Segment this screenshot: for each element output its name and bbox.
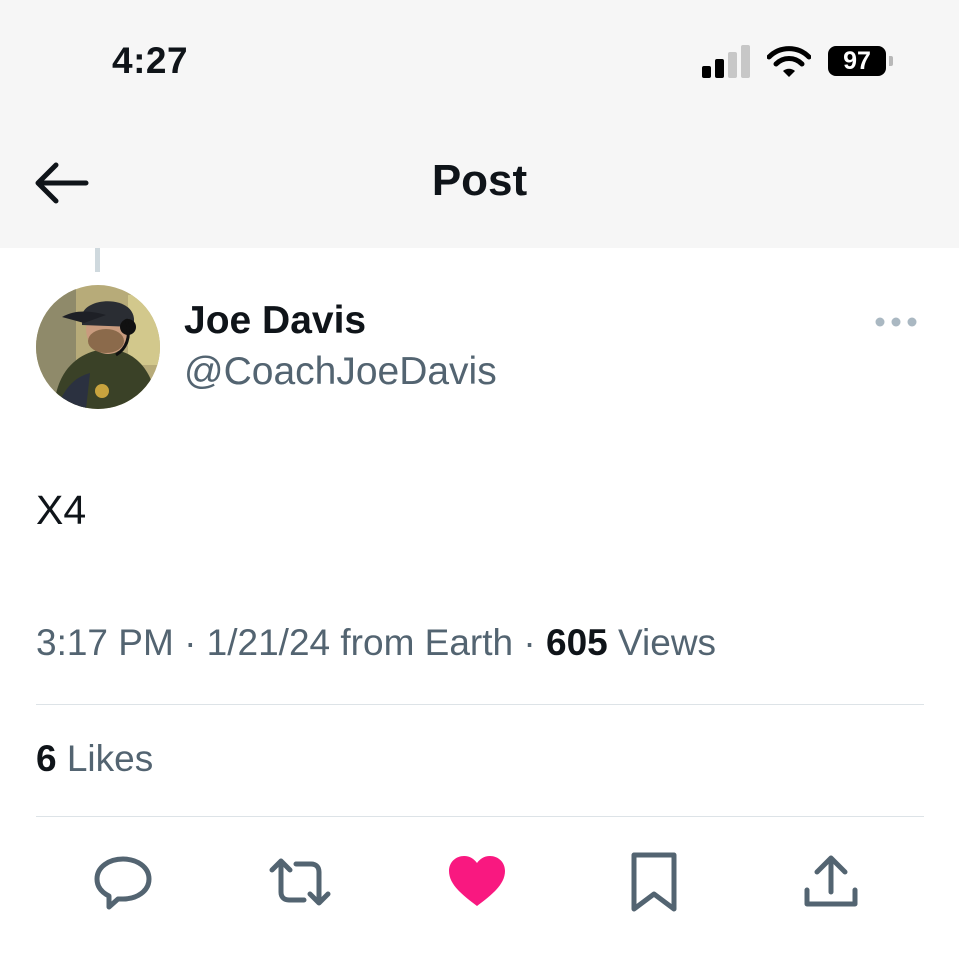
battery-nub	[889, 56, 893, 66]
divider	[36, 816, 924, 817]
views-label: Views	[607, 622, 717, 663]
post-metadata: 3:17 PM · 1/21/24 from Earth · 605 Views	[36, 622, 716, 664]
page-title: Post	[431, 156, 528, 205]
more-dots-icon	[875, 317, 917, 327]
like-button[interactable]	[445, 850, 509, 914]
post-timestamp: 3:17 PM · 1/21/24 from Earth ·	[36, 622, 546, 663]
author-handle[interactable]: @CoachJoeDavis	[184, 350, 497, 394]
author-avatar[interactable]	[36, 285, 160, 409]
battery-icon: 97	[828, 46, 886, 76]
wifi-icon	[767, 46, 811, 77]
divider	[36, 704, 924, 705]
share-button[interactable]	[799, 850, 863, 914]
bookmark-icon	[631, 852, 677, 912]
cellular-signal-icon	[700, 44, 752, 78]
repost-button[interactable]	[268, 850, 332, 914]
post-screen: 4:27 97 Post Joe Davis @CoachJoeDavis X4…	[0, 0, 959, 965]
reply-icon	[94, 856, 152, 910]
likes-summary[interactable]: 6 Likes	[36, 738, 153, 780]
thread-connector-line	[95, 248, 100, 272]
avatar-photo	[36, 285, 160, 409]
likes-label: Likes	[56, 738, 154, 779]
share-upload-icon	[804, 855, 858, 907]
reply-button[interactable]	[91, 850, 155, 914]
views-count: 605	[546, 622, 608, 663]
status-time: 4:27	[112, 40, 189, 81]
post-text: X4	[36, 487, 87, 533]
more-options-button[interactable]	[872, 310, 920, 334]
repost-icon	[269, 858, 331, 906]
bookmark-button[interactable]	[622, 850, 686, 914]
author-display-name[interactable]: Joe Davis	[184, 299, 366, 343]
top-bar: 4:27 97 Post	[0, 0, 959, 248]
likes-count: 6	[36, 738, 57, 779]
heart-filled-icon	[449, 856, 505, 906]
